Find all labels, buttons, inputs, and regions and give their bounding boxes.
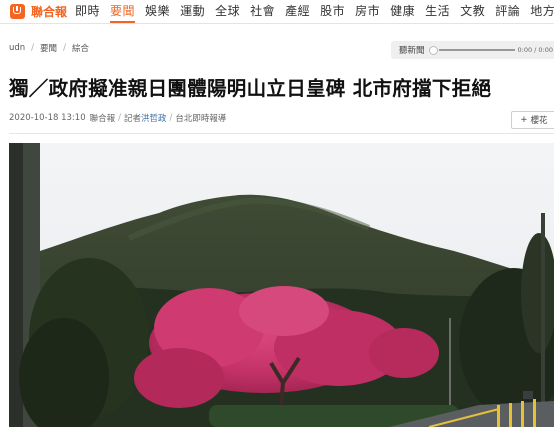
- article-datetime: 2020-10-18 13:10: [9, 113, 86, 123]
- app-root: 聯合報 即時要聞娛樂運動全球社會產經股市房市健康生活文教評論地方兩岸 udn /…: [0, 0, 554, 427]
- follow-tag-label: 櫻花: [530, 116, 548, 126]
- reporter-name-link[interactable]: 洪哲政: [141, 112, 167, 124]
- nav-item[interactable]: 娛樂: [145, 0, 170, 23]
- plus-icon: +: [520, 115, 528, 125]
- nav-item[interactable]: 評論: [495, 0, 520, 23]
- brand-name[interactable]: 聯合報: [31, 3, 67, 20]
- listen-news-player[interactable]: 聽新聞 0:00 / 0:00: [391, 41, 554, 59]
- header-divider: [9, 133, 554, 134]
- nav-item[interactable]: 要聞: [110, 0, 136, 23]
- listen-news-label: 聽新聞: [399, 46, 425, 56]
- meta-separator: /: [169, 113, 173, 123]
- article-source: 聯合報: [89, 114, 116, 124]
- player-progress-track[interactable]: [438, 49, 515, 51]
- nav-item[interactable]: 生活: [425, 0, 450, 23]
- breadcrumb-section[interactable]: 要聞: [40, 42, 57, 54]
- nav-item[interactable]: 文教: [460, 0, 485, 23]
- article-headline: 獨／政府擬准親日團體陽明山立日皇碑 北市府擋下拒絕: [9, 77, 492, 100]
- breadcrumb-site[interactable]: udn: [9, 43, 25, 53]
- nav-item[interactable]: 股市: [320, 0, 345, 23]
- article-desk: 台北即時報導: [175, 114, 227, 124]
- nav-item[interactable]: 全球: [215, 0, 240, 23]
- nav-item[interactable]: 社會: [250, 0, 275, 23]
- nav-item[interactable]: 運動: [180, 0, 205, 23]
- article-photo[interactable]: [9, 143, 554, 427]
- nav-item[interactable]: 地方: [530, 0, 554, 23]
- nav-item[interactable]: 健康: [390, 0, 415, 23]
- article-meta: 2020-10-18 13:10 聯合報 / 記者 洪哲政 / 台北即時報導: [9, 112, 226, 124]
- photo-mountain-cherry-blossoms: [9, 143, 554, 427]
- nav-item[interactable]: 產經: [285, 0, 310, 23]
- nav-item[interactable]: 房市: [355, 0, 380, 23]
- breadcrumb-subsection[interactable]: 綜合: [72, 42, 89, 54]
- reporter-prefix: 記者: [124, 114, 142, 124]
- top-nav: 聯合報 即時要聞娛樂運動全球社會產經股市房市健康生活文教評論地方兩岸: [0, 0, 554, 24]
- udn-logo-icon[interactable]: [10, 4, 25, 19]
- nav-item[interactable]: 即時: [75, 0, 100, 23]
- breadcrumb: udn / 要聞 / 綜合: [9, 42, 89, 54]
- nav-items: 即時要聞娛樂運動全球社會產經股市房市健康生活文教評論地方兩岸: [70, 0, 554, 23]
- breadcrumb-separator: /: [63, 43, 66, 53]
- meta-separator: /: [118, 113, 121, 123]
- player-progress-knob[interactable]: [428, 45, 438, 55]
- player-time: 0:00 / 0:00: [517, 46, 554, 54]
- follow-tag-button[interactable]: + 櫻花: [511, 111, 554, 129]
- breadcrumb-separator: /: [31, 43, 35, 53]
